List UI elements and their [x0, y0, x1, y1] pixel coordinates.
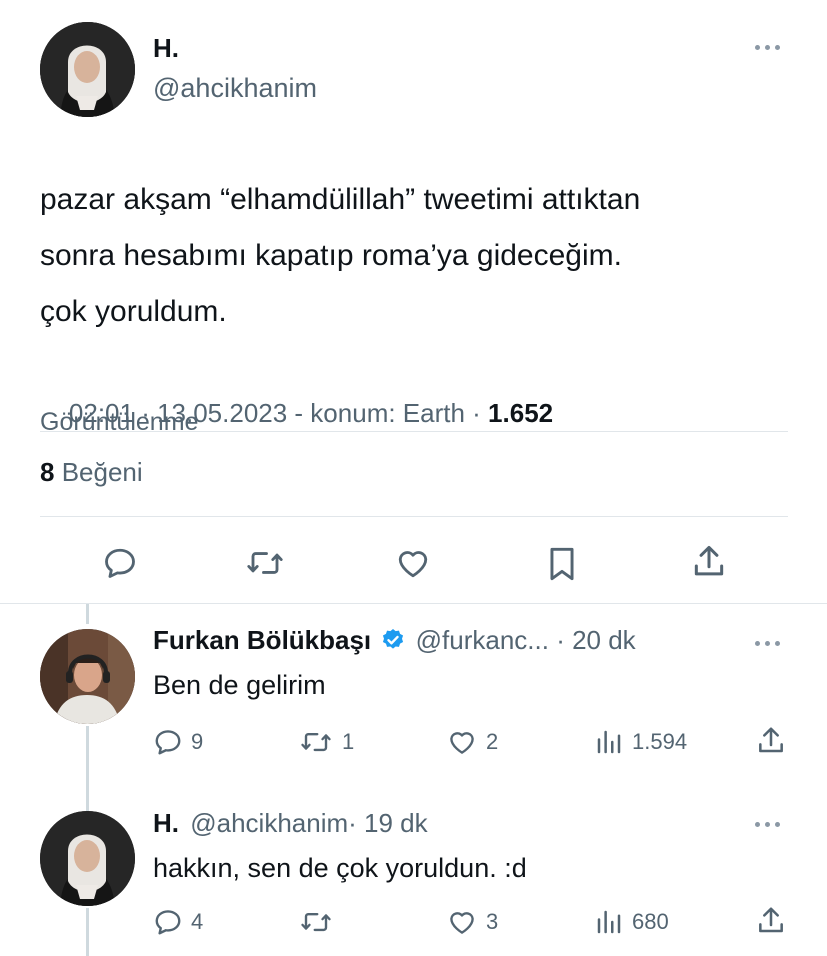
retweet-button[interactable]	[245, 545, 285, 581]
reply-icon	[105, 548, 135, 578]
more-icon[interactable]	[755, 641, 780, 646]
divider	[0, 603, 827, 604]
likes-label: Beğeni	[61, 457, 143, 487]
share-button[interactable]	[755, 725, 787, 757]
views-count: 1.652	[488, 398, 554, 428]
reply-time[interactable]: · 19 dk	[348, 808, 428, 838]
tweet-text-line: pazar akşam “elhamdülillah” tweetimi att…	[40, 183, 641, 216]
more-icon[interactable]	[755, 822, 780, 827]
view-count: 680	[632, 909, 669, 934]
like-icon	[398, 551, 428, 578]
thread-line	[86, 604, 89, 624]
reply-button[interactable]: 4	[153, 907, 203, 937]
retweet-icon	[247, 552, 283, 574]
reply-button[interactable]: 9	[153, 727, 203, 757]
bookmark-button[interactable]	[545, 545, 579, 583]
reply-icon	[155, 910, 181, 935]
verified-icon	[383, 629, 404, 649]
share-icon	[759, 727, 783, 753]
avatar-image	[40, 811, 135, 906]
like-icon	[450, 912, 474, 934]
likes-count: 8	[40, 457, 55, 487]
reply-header: Furkan Bölükbaşı @furkanc... · 20 dk	[153, 625, 636, 657]
views-button[interactable]: 680	[594, 907, 669, 937]
likes-stat[interactable]: 8 Beğeni	[40, 457, 143, 488]
display-name[interactable]: Furkan Bölükbaşı	[153, 625, 371, 655]
retweet-count: 1	[342, 729, 355, 754]
share-icon	[759, 907, 783, 933]
reply-button[interactable]	[102, 545, 138, 581]
more-icon[interactable]	[755, 45, 780, 50]
handle[interactable]: @ahcikhanim	[153, 73, 317, 104]
like-button[interactable]	[394, 545, 432, 581]
like-icon	[450, 732, 474, 754]
reply-count: 9	[191, 729, 204, 754]
share-button[interactable]	[755, 905, 787, 937]
avatar[interactable]	[40, 22, 135, 117]
reply-text: hakkın, sen de çok yoruldun. :d	[153, 853, 527, 883]
avatar-image	[40, 629, 135, 724]
reply-icon	[155, 730, 181, 755]
handle[interactable]: @ahcikhanim	[190, 808, 348, 838]
retweet-icon	[301, 912, 331, 932]
thread-line	[86, 726, 89, 811]
display-name[interactable]: H.	[153, 33, 179, 64]
bookmark-icon	[550, 547, 574, 581]
retweet-button[interactable]: 1	[298, 727, 354, 757]
thread-line	[86, 908, 89, 956]
reply-time[interactable]: · 20 dk	[556, 625, 636, 655]
share-icon	[694, 545, 724, 576]
tweet-text: pazar akşam “elhamdülillah” tweetimi att…	[40, 172, 640, 340]
reply-text: Ben de gelirim	[153, 670, 326, 700]
reply-header: H. @ahcikhanim· 19 dk	[153, 808, 428, 839]
reply-count: 4	[191, 909, 204, 934]
avatar-image	[40, 22, 135, 117]
views-icon	[597, 910, 621, 934]
retweet-button[interactable]	[298, 907, 342, 937]
view-count: 1.594	[632, 729, 688, 754]
views-label: Görüntülenme	[40, 408, 199, 436]
share-button[interactable]	[690, 543, 728, 581]
tweet-text-line: sonra hesabımı kapatıp roma’ya gideceğim…	[40, 239, 622, 272]
views-button[interactable]: 1.594	[594, 727, 687, 757]
avatar[interactable]	[40, 811, 135, 906]
tweet-text-line: çok yoruldum.	[40, 295, 227, 328]
divider	[40, 431, 788, 432]
views-icon	[597, 730, 621, 754]
retweet-icon	[301, 732, 331, 752]
like-button[interactable]: 3	[446, 907, 498, 937]
display-name[interactable]: H.	[153, 808, 179, 838]
divider	[40, 516, 788, 517]
like-count: 3	[486, 909, 499, 934]
avatar[interactable]	[40, 629, 135, 724]
handle[interactable]: @furkanc...	[416, 625, 549, 655]
like-count: 2	[486, 729, 499, 754]
like-button[interactable]: 2	[446, 727, 498, 757]
